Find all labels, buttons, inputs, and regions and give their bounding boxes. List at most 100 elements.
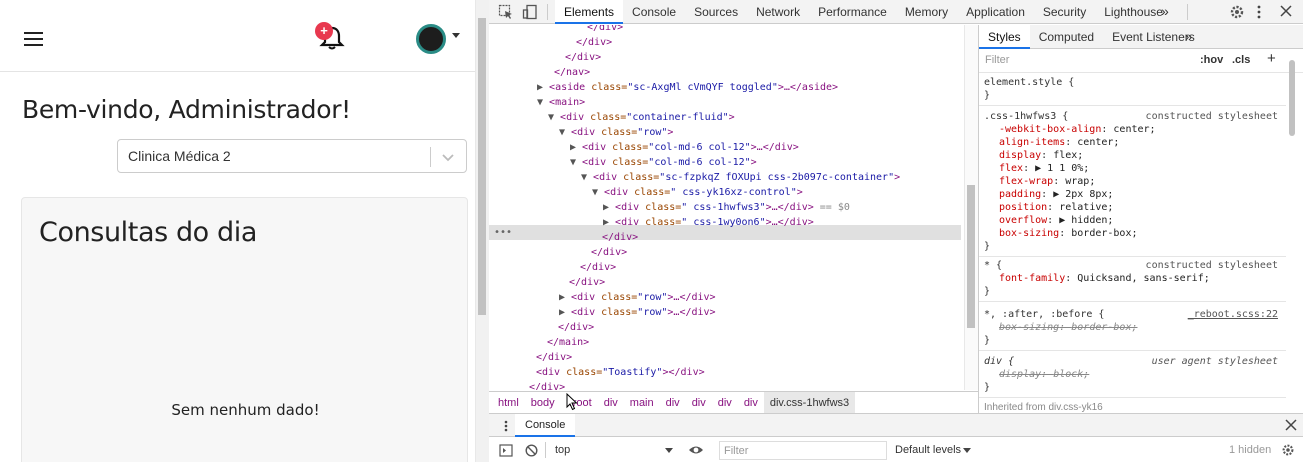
class-toggle[interactable]: .cls xyxy=(1232,54,1250,66)
style-rule[interactable]: *, :after, :before {_reboot.scss:22 box-s… xyxy=(979,306,1286,351)
style-rule[interactable]: div {user agent stylesheet display: block… xyxy=(979,353,1286,398)
css-property[interactable]: align-items xyxy=(999,137,1065,148)
more-sidebar-tabs-button[interactable]: » xyxy=(1185,29,1192,44)
expand-triangle-icon[interactable]: ▼ xyxy=(548,112,560,123)
breadcrumb-div[interactable]: div xyxy=(598,392,624,414)
css-declaration[interactable]: box-sizing: border-box; xyxy=(984,321,1282,334)
dom-node-line[interactable]: </div> xyxy=(576,35,612,50)
dom-node-line[interactable]: ▶ <div class=" css-1wy0on6">…</div> xyxy=(603,215,814,230)
dom-node-line[interactable]: </div> xyxy=(587,25,623,35)
css-value[interactable]: Quicksand, sans-serif; xyxy=(1077,273,1209,284)
css-property[interactable]: flex-wrap xyxy=(999,176,1053,187)
css-declaration[interactable]: display: block; xyxy=(984,368,1282,381)
dom-node-line[interactable]: ▶ <div class=" css-1hwfws3">…</div> == $… xyxy=(603,200,850,215)
breadcrumb-div[interactable]: div xyxy=(738,392,764,414)
expand-triangle-icon[interactable]: ▼ xyxy=(592,187,604,198)
tab-memory[interactable]: Memory xyxy=(896,0,957,24)
rule-selector[interactable]: *, :after, :before { xyxy=(984,309,1104,320)
dom-node-line[interactable]: ▼ <div class="row"> xyxy=(559,125,673,140)
context-select[interactable]: top xyxy=(555,444,570,456)
settings-gear-icon[interactable] xyxy=(1229,4,1245,20)
rule-selector[interactable]: .css-1hwfws3 { xyxy=(984,111,1068,122)
css-value[interactable]: flex; xyxy=(1053,150,1083,161)
dom-node-line[interactable]: </div> xyxy=(536,350,572,365)
breadcrumb-body[interactable]: body xyxy=(525,392,561,414)
console-filter-input[interactable]: Filter xyxy=(719,441,887,460)
css-property[interactable]: -webkit-box-align xyxy=(999,124,1101,135)
css-declaration[interactable]: -webkit-box-align: center; xyxy=(984,123,1282,136)
dom-node-line[interactable]: </div> xyxy=(565,50,601,65)
console-settings-icon[interactable] xyxy=(1281,443,1295,457)
more-options-icon[interactable] xyxy=(1256,3,1262,19)
styles-filter-input[interactable]: Filter xyxy=(985,54,1009,66)
tab-network[interactable]: Network xyxy=(747,0,809,24)
drawer-menu-icon[interactable] xyxy=(503,419,509,433)
elements-tree[interactable]: ••• </div> </div> </div> </nav> ▶ <aside cla… xyxy=(489,25,964,390)
breadcrumb-main[interactable]: main xyxy=(624,392,660,414)
expand-triangle-icon[interactable]: ▶ xyxy=(537,82,549,93)
dom-node-line[interactable]: ▶ <aside class="sc-AxgMl cVmQYF toggled"… xyxy=(537,80,838,95)
dom-node-line[interactable]: </main> xyxy=(547,335,589,350)
css-declaration[interactable]: position: relative; xyxy=(984,201,1282,214)
css-property[interactable]: overflow xyxy=(999,215,1047,226)
dom-node-line[interactable]: ▼ <div class="container-fluid"> xyxy=(548,110,735,125)
sidebar-toggle-icon[interactable] xyxy=(499,444,513,457)
tab-styles[interactable]: Styles xyxy=(979,25,1030,49)
dom-node-line[interactable]: ▼ <main> xyxy=(537,95,585,110)
dom-node-line[interactable]: ▼ <div class="sc-fzpkqZ fOXUpi css-2b097… xyxy=(581,170,900,185)
breadcrumb-div[interactable]: div xyxy=(660,392,686,414)
styles-scrollbar-thumb[interactable] xyxy=(1289,60,1295,136)
new-rule-button[interactable]: + xyxy=(1267,50,1276,67)
dom-node-line[interactable]: ▶ <div class="col-md-6 col-12">…</div> xyxy=(570,140,799,155)
more-tabs-button[interactable]: » xyxy=(1161,3,1169,19)
dom-node-line[interactable]: </nav> xyxy=(554,65,590,80)
dom-node-line[interactable]: </div> xyxy=(591,245,627,260)
expand-triangle-icon[interactable]: ▶ xyxy=(603,217,615,228)
dom-node-line[interactable]: </div> xyxy=(569,275,605,290)
css-property[interactable]: display xyxy=(999,150,1041,161)
breadcrumb-div[interactable]: div xyxy=(686,392,712,414)
node-actions-dots[interactable]: ••• xyxy=(494,225,512,240)
menu-icon[interactable] xyxy=(24,32,43,46)
style-rule[interactable]: .css-1hwfws3 {constructed stylesheet -web… xyxy=(979,108,1286,257)
device-toggle-icon[interactable] xyxy=(522,4,538,20)
css-property[interactable]: display xyxy=(999,369,1041,380)
chevron-down-icon[interactable] xyxy=(963,448,971,453)
clear-console-icon[interactable] xyxy=(525,444,538,457)
expand-triangle-icon[interactable]: ▶ xyxy=(559,292,571,303)
expand-triangle-icon[interactable]: ▼ xyxy=(559,127,571,138)
chevron-down-icon[interactable] xyxy=(440,149,456,165)
eye-icon[interactable] xyxy=(688,443,704,457)
css-value[interactable]: ▶ hidden; xyxy=(1059,215,1113,226)
css-value[interactable]: border-box; xyxy=(1071,322,1137,333)
css-declaration[interactable]: flex-wrap: wrap; xyxy=(984,175,1282,188)
css-value[interactable]: relative; xyxy=(1059,202,1113,213)
dom-node-line[interactable]: </div> xyxy=(580,260,616,275)
css-property[interactable]: padding xyxy=(999,189,1041,200)
css-value[interactable]: center; xyxy=(1077,137,1119,148)
css-declaration[interactable]: overflow: ▶ hidden; xyxy=(984,214,1282,227)
css-property[interactable]: position xyxy=(999,202,1047,213)
dom-node-line[interactable]: ▶ <div class="row">…</div> xyxy=(559,290,716,305)
breadcrumb-html[interactable]: html xyxy=(492,392,525,414)
css-value[interactable]: block; xyxy=(1053,369,1089,380)
style-rule[interactable]: Inherited from div.css-yk16 xyxy=(979,399,1286,413)
css-property[interactable]: font-family xyxy=(999,273,1065,284)
style-rule[interactable]: * {constructed stylesheet font-family: Qu… xyxy=(979,257,1286,302)
drawer-tab-console[interactable]: Console xyxy=(515,414,576,437)
css-declaration[interactable]: padding: ▶ 2px 8px; xyxy=(984,188,1282,201)
tab-console[interactable]: Console xyxy=(623,0,685,24)
expand-triangle-icon[interactable]: ▶ xyxy=(603,202,615,213)
css-property[interactable]: flex xyxy=(999,163,1023,174)
dom-node-line[interactable]: </div> xyxy=(529,380,565,390)
dom-node-line[interactable]: ▼ <div class=" css-yk16xz-control"> xyxy=(592,185,803,200)
rule-selector[interactable]: Inherited from div.css-yk16 xyxy=(984,402,1103,413)
avatar[interactable] xyxy=(416,24,446,54)
expand-triangle-icon[interactable]: ▶ xyxy=(570,142,582,153)
dom-node-line[interactable]: </div> xyxy=(602,230,638,245)
rule-selector[interactable]: element.style { xyxy=(984,77,1074,88)
css-value[interactable]: ▶ 2px 8px; xyxy=(1053,189,1113,200)
expand-triangle-icon[interactable]: ▼ xyxy=(537,97,549,108)
tab-security[interactable]: Security xyxy=(1034,0,1095,24)
expand-triangle-icon[interactable]: ▼ xyxy=(570,157,582,168)
